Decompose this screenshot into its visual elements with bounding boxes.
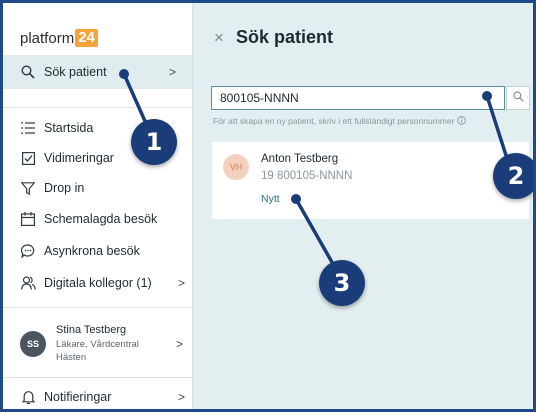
callout-badge-1: 1 <box>131 119 177 165</box>
sidebar-item-drop-in[interactable]: Drop in <box>20 177 185 199</box>
sidebar-item-label: Startsida <box>44 121 94 135</box>
page-title: Sök patient <box>235 27 333 47</box>
sidebar-item-label: Asynkrona besök <box>44 244 140 258</box>
search-hint-text: För att skapa en ny patient, skriv i ett… <box>213 116 455 126</box>
search-input[interactable]: 800105-NNNN <box>211 86 505 110</box>
patient-status-new: Nytt <box>261 193 280 205</box>
logo: platform 24 <box>20 28 98 48</box>
patient-personnummer: 19 800105-NNNN <box>261 170 353 182</box>
divider <box>3 107 192 108</box>
chevron-right-icon: > <box>177 276 185 290</box>
user-profile[interactable]: SS Stina Testberg Läkare, Vårdcentral Hä… <box>20 323 185 371</box>
app-window: platform 24 Sök patient > Startsida Vidim… <box>0 0 536 412</box>
divider <box>3 307 192 308</box>
patient-result-card[interactable]: VH Anton Testberg 19 800105-NNNN Nytt <box>212 142 529 219</box>
sidebar-item-notifieringar[interactable]: Notifieringar > <box>20 386 185 408</box>
chevron-right-icon: > <box>177 390 185 404</box>
bell-icon <box>20 389 36 405</box>
sidebar-item-asynkrona-besok[interactable]: Asynkrona besök <box>20 240 185 262</box>
page-header: × Sök patient <box>214 27 333 48</box>
info-icon <box>456 116 466 125</box>
sidebar-item-digitala-kollegor[interactable]: Digitala kollegor (1) > <box>20 272 185 294</box>
logo-number: 24 <box>75 29 98 47</box>
people-icon <box>20 275 36 291</box>
search-button[interactable] <box>506 86 530 110</box>
callout-badge-2: 2 <box>493 153 533 199</box>
search-hint: För att skapa en ny patient, skriv i ett… <box>213 116 466 126</box>
sidebar-item-label: Digitala kollegor (1) <box>44 276 152 290</box>
sidebar-item-label: Notifieringar <box>44 390 112 404</box>
sidebar-item-label: Drop in <box>44 181 85 195</box>
funnel-icon <box>20 180 36 196</box>
search-icon <box>512 89 524 107</box>
search-icon <box>20 64 36 80</box>
user-name: Stina Testberg <box>56 324 127 336</box>
avatar: SS <box>20 331 46 357</box>
sidebar-item-search-patient[interactable]: Sök patient > <box>3 55 192 89</box>
sidebar-item-label: Sök patient <box>44 65 107 79</box>
user-role: Läkare, Vårdcentral Hästen <box>56 339 139 363</box>
callout-badge-3: 3 <box>319 260 365 306</box>
sidebar: platform 24 Sök patient > Startsida Vidim… <box>3 3 193 409</box>
close-icon[interactable]: × <box>214 28 224 48</box>
divider <box>3 377 192 378</box>
logo-text: platform <box>20 29 75 47</box>
chevron-right-icon: > <box>175 337 183 351</box>
list-icon <box>20 120 36 136</box>
calendar-icon <box>20 211 36 227</box>
search-input-value: 800105-NNNN <box>220 91 299 105</box>
sidebar-item-schemalagda-besok[interactable]: Schemalagda besök <box>20 208 185 230</box>
chat-icon <box>20 243 36 259</box>
sidebar-item-label: Vidimeringar <box>44 151 114 165</box>
sidebar-item-label: Schemalagda besök <box>44 212 158 226</box>
checkbox-icon <box>20 150 36 166</box>
avatar: VH <box>223 154 249 180</box>
chevron-right-icon: > <box>168 65 176 79</box>
patient-name: Anton Testberg <box>261 153 339 165</box>
